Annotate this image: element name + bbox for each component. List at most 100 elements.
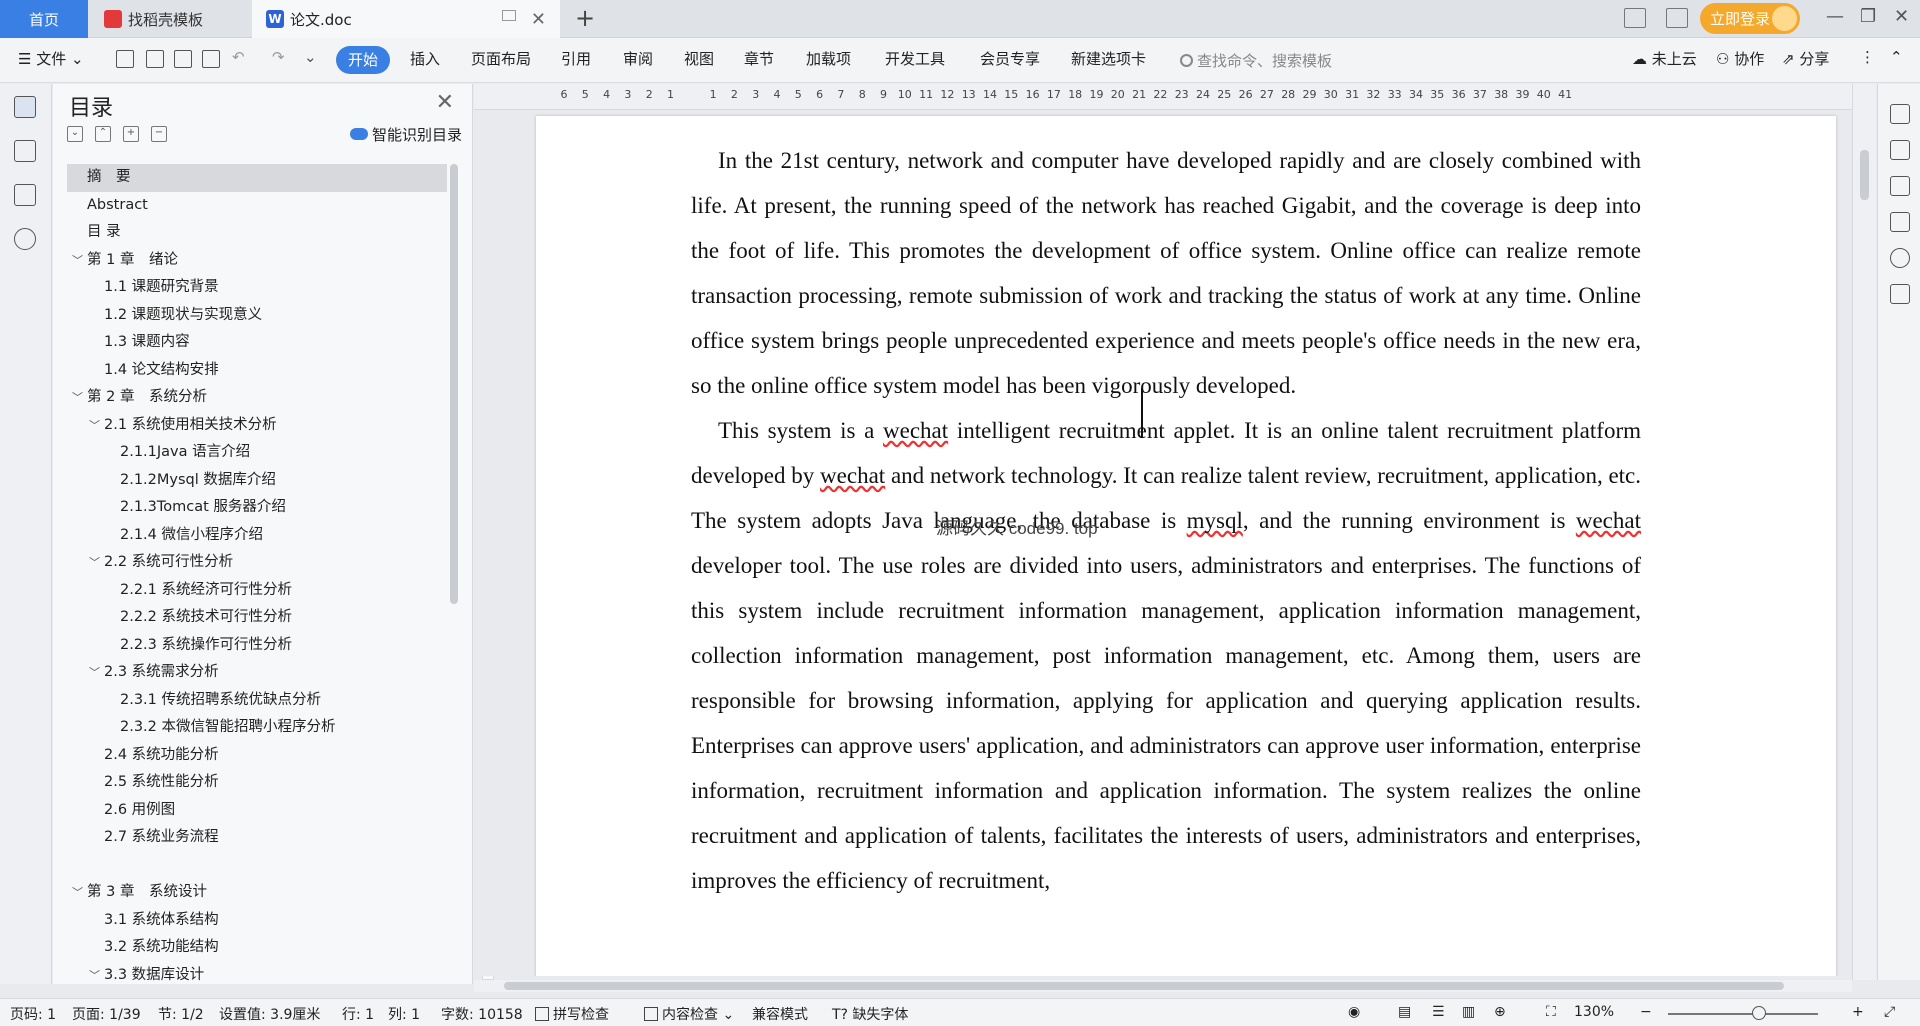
chevron-down-icon[interactable]: ﹀ xyxy=(89,659,100,687)
ribbon-tab-layout[interactable]: 页面布局 xyxy=(471,48,531,69)
chapter-nav-icon[interactable] xyxy=(14,140,36,162)
edit-pen-icon[interactable] xyxy=(1890,104,1910,124)
save-icon[interactable] xyxy=(116,50,134,68)
tab-home[interactable]: 首页 xyxy=(0,0,88,38)
zoom-slider-knob[interactable] xyxy=(1752,1006,1766,1020)
bookmark-icon[interactable] xyxy=(14,184,36,206)
float-window-icon[interactable] xyxy=(502,10,516,21)
document-horizontal-scrollbar[interactable] xyxy=(474,980,1852,992)
toc-item[interactable]: 2.1.3Tomcat 服务器介绍 xyxy=(67,494,447,522)
file-menu[interactable]: ☰ 文件 ⌄ xyxy=(18,48,84,69)
toc-item[interactable]: 目 录 xyxy=(67,219,447,247)
settings-sliders-icon[interactable] xyxy=(1890,176,1910,196)
smart-toc-button[interactable]: 智能识别目录 xyxy=(349,124,462,145)
toc-item[interactable]: ﹀ 2.3 系统需求分析 xyxy=(67,659,447,687)
page-view-icon[interactable]: ▤ xyxy=(1398,1004,1411,1020)
cloud-button[interactable]: ☁ 未上云 xyxy=(1632,48,1697,69)
zoom-level[interactable]: 130% xyxy=(1574,1004,1614,1020)
toc-item[interactable]: 2.2.3 系统操作可行性分析 xyxy=(67,632,447,660)
toc-item[interactable]: ﹀ 2.2 系统可行性分析 xyxy=(67,549,447,577)
login-button[interactable]: 立即登录 xyxy=(1700,3,1800,34)
web-view-icon[interactable]: ⊕ xyxy=(1494,1004,1506,1020)
fit-page-icon[interactable]: ⛶ xyxy=(1546,1004,1556,1020)
select-cursor-icon[interactable] xyxy=(1890,140,1910,160)
toc-item[interactable]: ﹀ 3.3 数据库设计 xyxy=(67,962,447,990)
horizontal-ruler[interactable]: 6 5 4 3 2 1 1 2 3 4 5 6 7 8 9 10 11 12 13 14 15 16 17 18 19 20 21 2… xyxy=(474,84,1852,110)
share-button[interactable]: ⇗ 分享 xyxy=(1782,48,1829,69)
find-icon[interactable] xyxy=(14,228,36,250)
print-preview-icon[interactable] xyxy=(202,50,220,68)
ribbon-tab-view[interactable]: 视图 xyxy=(684,48,714,69)
toc-scrollbar[interactable] xyxy=(450,164,458,604)
toc-item[interactable]: 2.7 系统业务流程 xyxy=(67,824,447,852)
eye-protect-icon[interactable]: ◉ xyxy=(1348,1004,1360,1020)
toc-item[interactable]: 3.2 系统功能结构 xyxy=(67,934,447,962)
scroll-thumb[interactable] xyxy=(1860,150,1869,200)
toc-item[interactable]: 2.6 用例图 xyxy=(67,797,447,825)
zoom-out-icon[interactable]: − xyxy=(1640,1004,1652,1020)
toc-item[interactable]: 2.5 系统性能分析 xyxy=(67,769,447,797)
toc-item[interactable]: ﹀ 2.1 系统使用相关技术分析 xyxy=(67,412,447,440)
close-toc-icon[interactable]: ✕ xyxy=(436,90,454,115)
expand-up-icon[interactable]: ⌃ xyxy=(95,126,111,142)
status-words[interactable]: 字数: 10158 xyxy=(441,1004,523,1024)
tab-document[interactable]: W 论文.doc ✕ xyxy=(252,0,560,38)
toc-item[interactable]: Abstract xyxy=(67,192,447,220)
collab-button[interactable]: ⚇ 协作 xyxy=(1716,48,1764,69)
zoom-slider[interactable] xyxy=(1668,1013,1818,1015)
add-heading-icon[interactable]: + xyxy=(123,126,139,142)
document-body[interactable]: In the 21st century, network and compute… xyxy=(691,138,1641,903)
read-view-icon[interactable]: ▥ xyxy=(1462,1004,1475,1020)
chevron-down-icon[interactable]: ﹀ xyxy=(89,412,100,440)
toc-item[interactable]: 2.1.4 微信小程序介绍 xyxy=(67,522,447,550)
ribbon-tab-start[interactable]: 开始 xyxy=(336,46,390,74)
compat-mode[interactable]: 兼容模式 xyxy=(752,1004,808,1024)
redo-icon[interactable]: ↷ xyxy=(272,48,285,66)
minimize-icon[interactable]: — xyxy=(1826,6,1844,27)
missing-font-button[interactable]: T? 缺失字体 xyxy=(832,1004,908,1024)
chevron-down-icon[interactable]: ﹀ xyxy=(72,247,83,275)
toc-item[interactable]: 1.1 课题研究背景 xyxy=(67,274,447,302)
toc-item[interactable] xyxy=(67,852,447,880)
chevron-down-icon[interactable]: ﹀ xyxy=(89,549,100,577)
ribbon-tab-chapter[interactable]: 章节 xyxy=(744,48,774,69)
ai-assistant-icon[interactable] xyxy=(1890,248,1910,268)
export-pdf-icon[interactable] xyxy=(146,50,164,68)
restore-icon[interactable]: ❐ xyxy=(1860,6,1876,27)
toc-item[interactable]: 2.3.2 本微信智能招聘小程序分析 xyxy=(67,714,447,742)
toc-item[interactable]: ﹀ 第 2 章 系统分析 xyxy=(67,384,447,412)
close-tab-icon[interactable]: ✕ xyxy=(531,9,546,30)
document-page[interactable]: In the 21st century, network and compute… xyxy=(536,116,1836,976)
command-search[interactable]: 查找命令、搜索模板 xyxy=(1180,50,1332,71)
spell-check-button[interactable]: 拼写检查 xyxy=(535,1004,609,1024)
content-check-button[interactable]: 内容检查 ⌄ xyxy=(644,1004,734,1024)
undo-icon[interactable]: ↶ xyxy=(232,48,245,66)
collapse-ribbon-icon[interactable]: ⌃ xyxy=(1890,48,1903,66)
ribbon-tab-insert[interactable]: 插入 xyxy=(410,48,440,69)
outline-view-icon[interactable]: ☰ xyxy=(1432,1004,1445,1020)
toc-item[interactable]: 2.1.2Mysql 数据库介绍 xyxy=(67,467,447,495)
document-vertical-scrollbar[interactable] xyxy=(1852,84,1876,980)
print-icon[interactable] xyxy=(174,50,192,68)
toc-item[interactable]: 2.1.1Java 语言介绍 xyxy=(67,439,447,467)
apps-grid-icon[interactable] xyxy=(1666,8,1688,28)
ribbon-tab-member[interactable]: 会员专享 xyxy=(980,48,1040,69)
ribbon-tab-developer[interactable]: 开发工具 xyxy=(885,48,945,69)
chevron-down-icon[interactable]: ﹀ xyxy=(89,962,100,990)
zoom-in-icon[interactable]: + xyxy=(1852,1004,1864,1020)
chevron-down-icon[interactable]: ﹀ xyxy=(72,879,83,907)
status-page[interactable]: 页面: 1/39 xyxy=(72,1004,141,1024)
toc-item[interactable]: 2.2.2 系统技术可行性分析 xyxy=(67,604,447,632)
reading-icon[interactable] xyxy=(1890,284,1910,304)
layout-icon[interactable] xyxy=(1624,8,1646,28)
quick-access-dropdown[interactable]: ⌄ xyxy=(304,48,317,66)
toc-item[interactable]: 摘 要 xyxy=(67,164,447,192)
toc-item[interactable]: 1.3 课题内容 xyxy=(67,329,447,357)
toc-item[interactable]: 2.4 系统功能分析 xyxy=(67,742,447,770)
more-icon[interactable]: ⋮ xyxy=(1860,48,1875,66)
chevron-down-icon[interactable]: ﹀ xyxy=(72,384,83,412)
remove-heading-icon[interactable]: − xyxy=(151,126,167,142)
collapse-all-icon[interactable]: ⌄ xyxy=(67,126,83,142)
ribbon-tab-references[interactable]: 引用 xyxy=(561,48,591,69)
image-tool-icon[interactable] xyxy=(1890,212,1910,232)
